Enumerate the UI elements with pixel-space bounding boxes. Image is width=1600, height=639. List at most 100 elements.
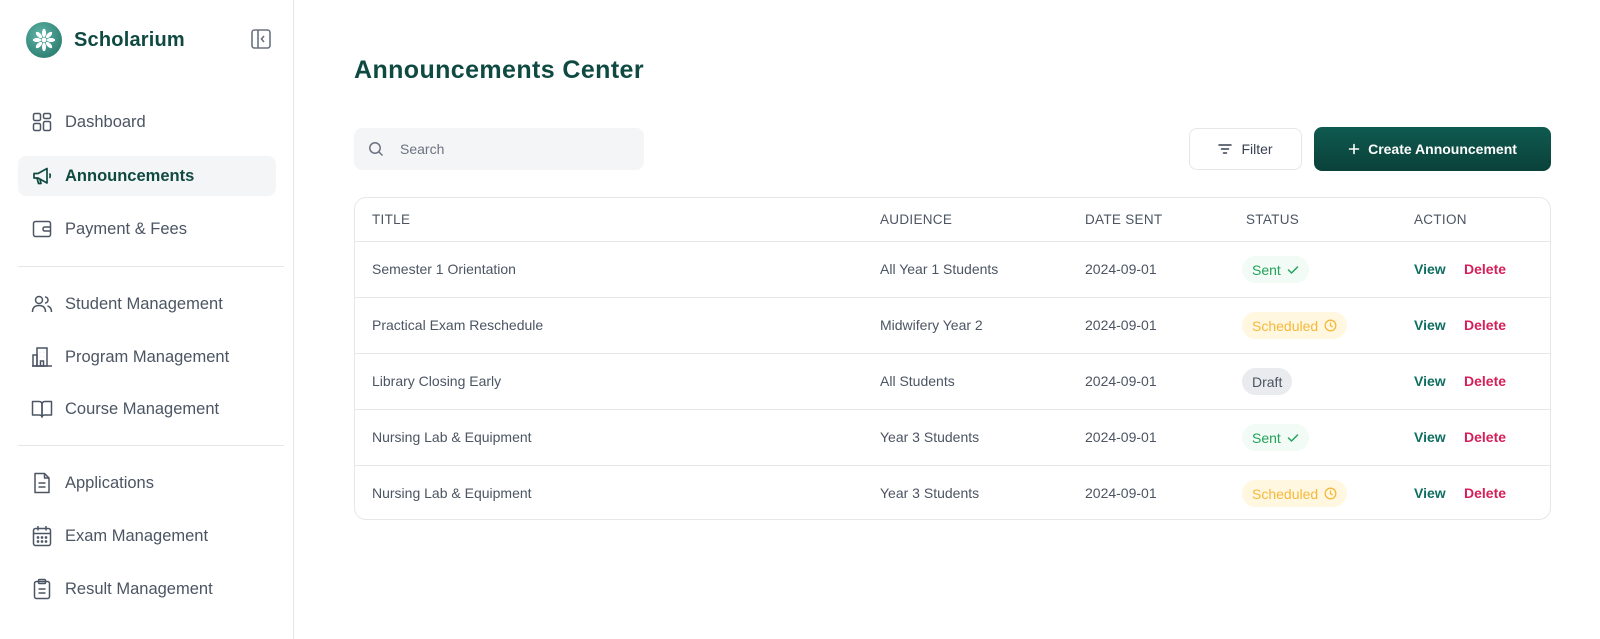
check-icon [1287, 265, 1299, 275]
status-badge-label: Sent [1252, 429, 1281, 446]
users-icon [31, 293, 53, 315]
sidebar: Scholarium Dashboard Announcements Payme… [0, 0, 294, 639]
cell-title: Nursing Lab & Equipment [372, 485, 532, 501]
check-icon [1287, 433, 1299, 443]
view-button[interactable]: View [1414, 485, 1446, 501]
sidebar-divider [18, 445, 284, 446]
cell-title: Library Closing Early [372, 373, 502, 389]
dashboard-icon [31, 111, 53, 133]
cell-audience: Midwifery Year 2 [880, 317, 983, 333]
view-button[interactable]: View [1414, 373, 1446, 389]
delete-button[interactable]: Delete [1464, 317, 1506, 333]
table-header: TITLE AUDIENCE DATE SENT STATUS ACTION [355, 198, 1550, 242]
search-box[interactable] [354, 128, 644, 170]
filter-button[interactable]: Filter [1189, 128, 1302, 170]
cell-status: Sent [1242, 424, 1309, 451]
cell-status: Draft [1242, 368, 1293, 395]
column-header-status[interactable]: STATUS [1246, 212, 1299, 227]
column-header-action: ACTION [1414, 212, 1467, 227]
cell-title: Practical Exam Reschedule [372, 317, 544, 333]
filter-button-label: Filter [1241, 141, 1273, 157]
sidebar-item-exam-management[interactable]: Exam Management [18, 516, 276, 556]
calendar-icon [31, 525, 53, 547]
sidebar-divider [18, 266, 284, 267]
status-badge: Draft [1242, 368, 1293, 395]
flower-logo-icon [26, 22, 62, 58]
delete-button[interactable]: Delete [1464, 429, 1506, 445]
document-icon [31, 472, 53, 494]
cell-audience: All Year 1 Students [880, 261, 999, 277]
page-title: Announcements Center [354, 56, 644, 84]
cell-audience: Year 3 Students [880, 485, 980, 501]
view-button[interactable]: View [1414, 317, 1446, 333]
table-row[interactable]: Practical Exam Reschedule Midwifery Year … [355, 298, 1550, 354]
cell-status: Scheduled [1242, 480, 1348, 507]
clock-icon [1324, 487, 1337, 500]
cell-title: Semester 1 Orientation [372, 261, 516, 277]
status-badge: Sent [1242, 424, 1309, 451]
search-input[interactable] [400, 141, 630, 157]
status-badge: Sent [1242, 256, 1309, 283]
sidebar-item-payment-fees[interactable]: Payment & Fees [18, 209, 276, 249]
search-icon [368, 140, 386, 158]
sidebar-item-student-management[interactable]: Student Management [18, 284, 276, 324]
brand[interactable]: Scholarium [26, 22, 185, 58]
status-badge-label: Scheduled [1252, 317, 1319, 334]
sidebar-item-label: Dashboard [65, 112, 146, 131]
cell-date-sent: 2024-09-01 [1085, 317, 1157, 333]
cell-status: Sent [1242, 256, 1309, 283]
table-row[interactable]: Nursing Lab & Equipment Year 3 Students 20… [355, 410, 1550, 466]
delete-button[interactable]: Delete [1464, 485, 1506, 501]
status-badge: Scheduled [1242, 480, 1348, 507]
cell-audience: All Students [880, 373, 955, 389]
delete-button[interactable]: Delete [1464, 373, 1506, 389]
filter-icon [1218, 143, 1233, 155]
sidebar-item-label: Program Management [65, 347, 230, 366]
sidebar-item-label: Result Management [65, 579, 213, 598]
delete-button[interactable]: Delete [1464, 261, 1506, 277]
announcements-table: TITLE AUDIENCE DATE SENT STATUS ACTION S… [354, 197, 1551, 520]
cell-date-sent: 2024-09-01 [1085, 485, 1157, 501]
plus-icon [1348, 143, 1360, 155]
sidebar-item-label: Applications [65, 473, 154, 492]
status-badge: Scheduled [1242, 312, 1348, 339]
status-badge-label: Scheduled [1252, 485, 1319, 502]
clock-icon [1324, 319, 1337, 332]
book-icon [31, 398, 53, 420]
create-button-label: Create Announcement [1368, 141, 1517, 157]
sidebar-item-label: Exam Management [65, 526, 209, 545]
sidebar-item-label: Announcements [65, 166, 195, 185]
sidebar-item-course-management[interactable]: Course Management [18, 389, 276, 429]
view-button[interactable]: View [1414, 261, 1446, 277]
create-announcement-button[interactable]: Create Announcement [1314, 127, 1551, 171]
sidebar-item-program-management[interactable]: Program Management [18, 337, 276, 377]
wallet-icon [31, 218, 53, 240]
status-badge-label: Sent [1252, 261, 1281, 278]
sidebar-item-label: Payment & Fees [65, 219, 187, 238]
clipboard-icon [31, 578, 53, 600]
app-name: Scholarium [74, 28, 185, 51]
table-row[interactable]: Semester 1 Orientation All Year 1 Student… [355, 242, 1550, 298]
sidebar-item-announcements[interactable]: Announcements [18, 156, 276, 196]
sidebar-collapse-icon[interactable] [250, 28, 272, 50]
column-header-title[interactable]: TITLE [372, 212, 410, 227]
sidebar-item-label: Student Management [65, 294, 223, 313]
sidebar-item-label: Course Management [65, 399, 220, 418]
cell-date-sent: 2024-09-01 [1085, 373, 1157, 389]
cell-status: Scheduled [1242, 312, 1348, 339]
sidebar-item-dashboard[interactable]: Dashboard [18, 102, 276, 142]
cell-audience: Year 3 Students [880, 429, 980, 445]
cell-date-sent: 2024-09-01 [1085, 261, 1157, 277]
table-row[interactable]: Nursing Lab & Equipment Year 3 Students 20… [355, 466, 1550, 519]
table-row[interactable]: Library Closing Early All Students 2024-09… [355, 354, 1550, 410]
sidebar-item-result-management[interactable]: Result Management [18, 569, 276, 609]
cell-title: Nursing Lab & Equipment [372, 429, 532, 445]
column-header-date-sent[interactable]: DATE SENT [1085, 212, 1162, 227]
cell-date-sent: 2024-09-01 [1085, 429, 1157, 445]
building-icon [31, 346, 53, 368]
megaphone-icon [31, 165, 53, 187]
view-button[interactable]: View [1414, 429, 1446, 445]
column-header-audience[interactable]: AUDIENCE [880, 212, 952, 227]
status-badge-label: Draft [1252, 373, 1283, 390]
sidebar-item-applications[interactable]: Applications [18, 463, 276, 503]
